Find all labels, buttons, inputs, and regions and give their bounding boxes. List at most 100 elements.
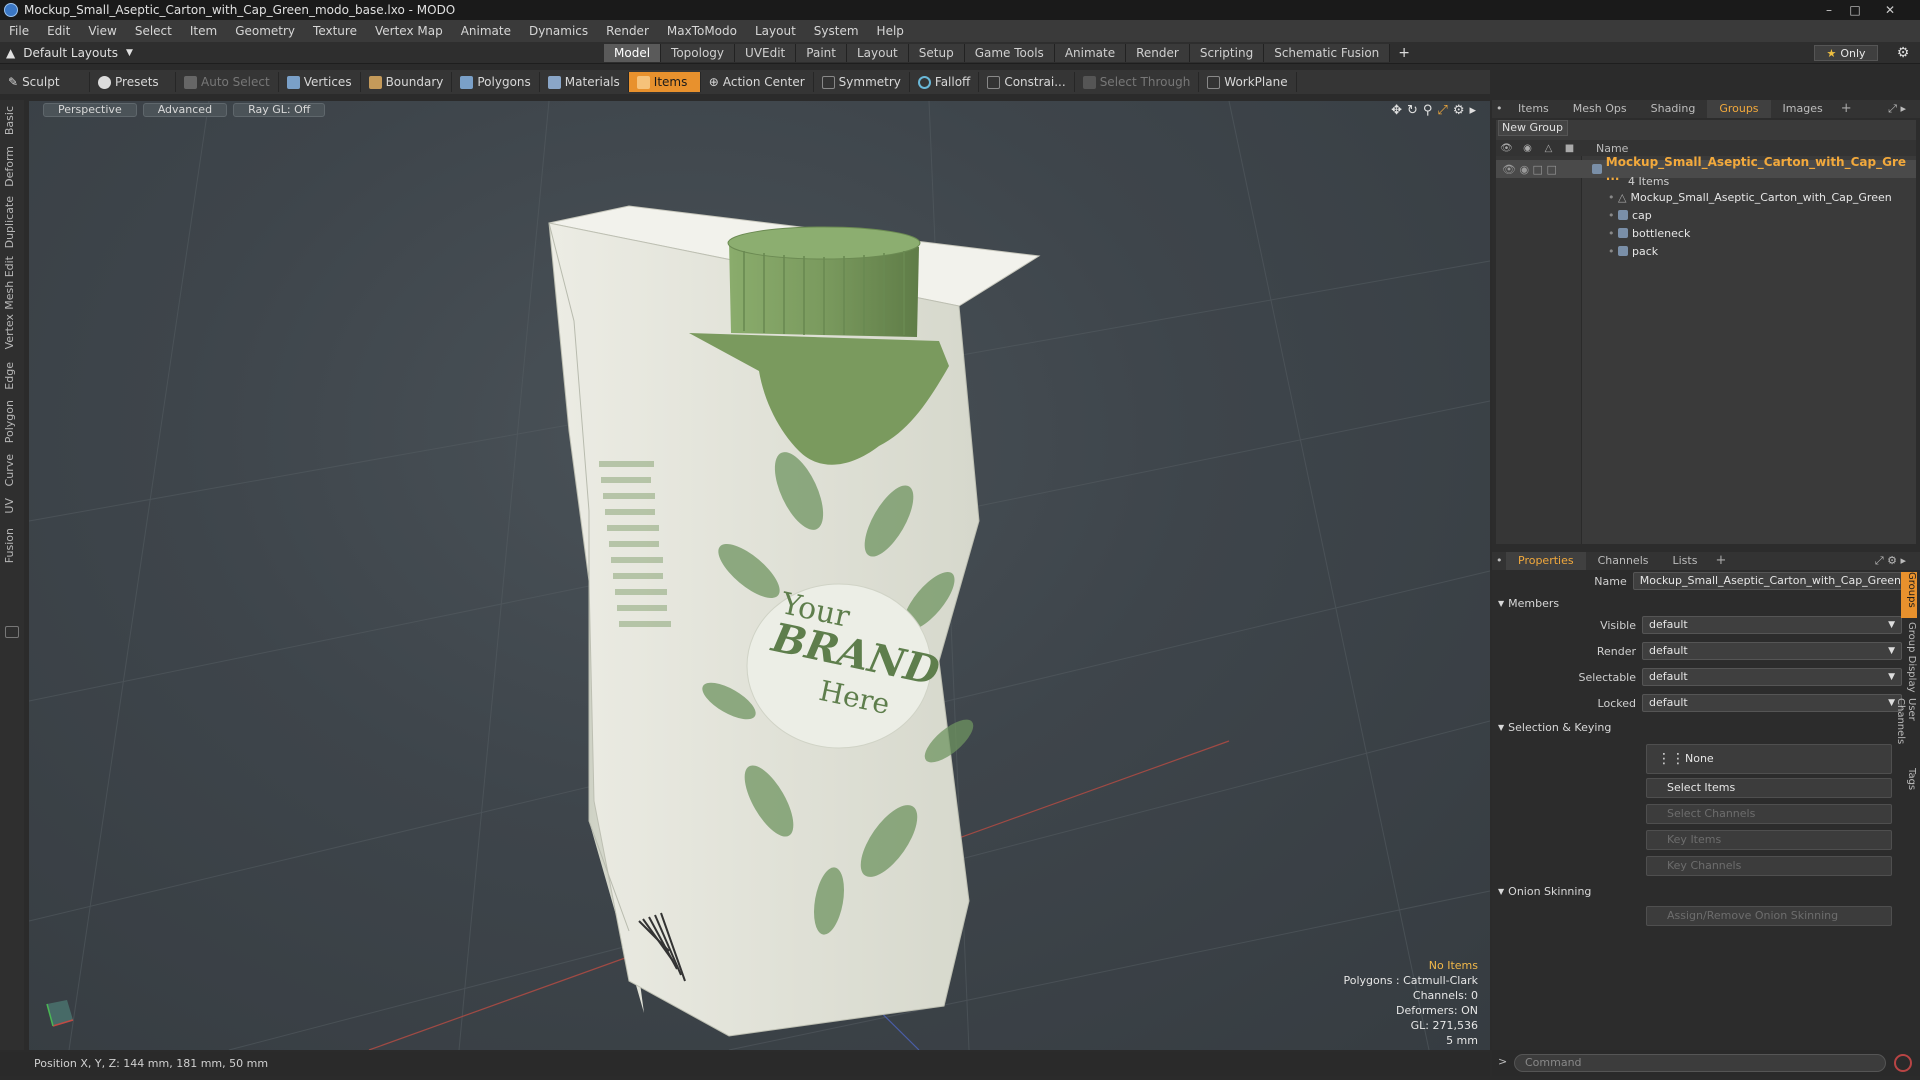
- 3d-viewport[interactable]: Your BRAND Here Perspective Advanced Ray…: [29, 101, 1490, 1050]
- menu-help[interactable]: Help: [868, 24, 913, 38]
- left-tab-deform[interactable]: Deform: [3, 146, 21, 187]
- left-tab-mesh-edit[interactable]: Mesh Edit: [3, 256, 21, 310]
- symmetry-button[interactable]: Symmetry: [814, 72, 910, 92]
- menu-select[interactable]: Select: [126, 24, 181, 38]
- members-section[interactable]: ▼ Members: [1498, 594, 1559, 612]
- onion-skinning-section[interactable]: ▼ Onion Skinning: [1498, 882, 1591, 900]
- tab-groups[interactable]: Groups: [1707, 100, 1771, 118]
- expand-panel-icon[interactable]: ⤢ ⚙ ▸: [1875, 554, 1906, 568]
- auto-select-button[interactable]: Auto Select: [176, 72, 279, 92]
- fit-icon[interactable]: ⤢: [1437, 103, 1447, 118]
- menu-texture[interactable]: Texture: [304, 24, 366, 38]
- new-group-button[interactable]: New Group: [1498, 120, 1568, 136]
- toggle-panel-icon[interactable]: [5, 626, 19, 638]
- add-tab-icon[interactable]: +: [1709, 552, 1732, 570]
- add-tab-icon[interactable]: +: [1835, 100, 1858, 118]
- selection-keying-section[interactable]: ▼ Selection & Keying: [1498, 718, 1611, 736]
- left-tab-edge[interactable]: Edge: [3, 362, 21, 390]
- tab-game-tools[interactable]: Game Tools: [964, 44, 1055, 62]
- group-member-row[interactable]: • bottleneck: [1496, 224, 1916, 242]
- menu-maxtomodo[interactable]: MaxToModo: [658, 24, 746, 38]
- render-icon[interactable]: ◉: [1517, 143, 1538, 154]
- none-button[interactable]: ⋮⋮ None: [1646, 744, 1892, 774]
- select-through-button[interactable]: Select Through: [1075, 72, 1200, 92]
- left-tab-fusion[interactable]: Fusion: [3, 528, 21, 563]
- menu-animate[interactable]: Animate: [452, 24, 520, 38]
- menu-edit[interactable]: Edit: [38, 24, 79, 38]
- materials-button[interactable]: Materials: [540, 72, 629, 92]
- advanced-button[interactable]: Advanced: [142, 103, 228, 117]
- tab-properties[interactable]: Properties: [1506, 552, 1586, 570]
- left-tab-basic[interactable]: Basic: [3, 106, 21, 135]
- tab-render[interactable]: Render: [1126, 44, 1190, 62]
- presets-button[interactable]: Presets: [90, 72, 176, 92]
- render-select[interactable]: default ▼: [1642, 642, 1902, 660]
- command-input[interactable]: Command: [1514, 1054, 1886, 1072]
- left-tab-curve[interactable]: Curve: [3, 454, 21, 486]
- tab-setup[interactable]: Setup: [908, 44, 965, 62]
- group-member-row[interactable]: • cap: [1496, 206, 1916, 224]
- menu-vertex-map[interactable]: Vertex Map: [366, 24, 452, 38]
- name-field[interactable]: Mockup_Small_Aseptic_Carton_with_Cap_Gre…: [1632, 572, 1902, 590]
- items-button[interactable]: Items: [628, 72, 701, 92]
- menu-view[interactable]: View: [79, 24, 125, 38]
- left-tab-uv[interactable]: UV: [3, 498, 21, 514]
- assign-onion-skinning-button[interactable]: Assign/Remove Onion Skinning: [1646, 906, 1892, 926]
- ray-gl-button[interactable]: Ray GL: Off: [233, 103, 326, 117]
- menu-item[interactable]: Item: [181, 24, 226, 38]
- perspective-button[interactable]: Perspective: [43, 103, 137, 117]
- tab-layout[interactable]: Layout: [846, 44, 909, 62]
- select-items-button[interactable]: Select Items: [1646, 778, 1892, 798]
- locked-select[interactable]: default ▼: [1642, 694, 1902, 712]
- selectable-select[interactable]: default ▼: [1642, 668, 1902, 686]
- menu-layout[interactable]: Layout: [746, 24, 805, 38]
- pan-icon[interactable]: ✥: [1391, 103, 1402, 118]
- gear-icon[interactable]: ⚙: [1894, 44, 1912, 62]
- polygons-button[interactable]: Polygons: [452, 72, 540, 92]
- sculpt-button[interactable]: ✎ Sculpt: [0, 72, 90, 92]
- menu-dynamics[interactable]: Dynamics: [520, 24, 597, 38]
- viewport-gear-icon[interactable]: ⚙: [1453, 103, 1465, 118]
- tab-topology[interactable]: Topology: [661, 44, 736, 62]
- tab-mesh-ops[interactable]: Mesh Ops: [1561, 100, 1639, 118]
- menu-render[interactable]: Render: [597, 24, 658, 38]
- zoom-icon[interactable]: ⚲: [1423, 103, 1433, 118]
- minimize-icon[interactable]: –: [1816, 0, 1842, 20]
- add-layout-tab-icon[interactable]: +: [1390, 44, 1418, 62]
- falloff-button[interactable]: Falloff: [910, 72, 980, 92]
- tab-lists[interactable]: Lists: [1661, 552, 1710, 570]
- boundary-button[interactable]: Boundary: [361, 72, 453, 92]
- select-channels-button[interactable]: Select Channels: [1646, 804, 1892, 824]
- tab-scripting[interactable]: Scripting: [1189, 44, 1265, 62]
- tab-channels[interactable]: Channels: [1586, 552, 1661, 570]
- vertices-button[interactable]: Vertices: [279, 72, 361, 92]
- constrain-button[interactable]: Constrai...: [979, 72, 1075, 92]
- action-center-button[interactable]: ⊕ Action Center: [701, 72, 814, 92]
- visibility-eye-icon[interactable]: 👁: [1496, 143, 1517, 154]
- menu-geometry[interactable]: Geometry: [226, 24, 304, 38]
- side-tab-group-display[interactable]: Group Display: [1901, 622, 1917, 694]
- tab-paint[interactable]: Paint: [796, 44, 847, 62]
- maximize-icon[interactable]: □: [1842, 0, 1868, 20]
- key-channels-button[interactable]: Key Channels: [1646, 856, 1892, 876]
- default-layouts-dropdown[interactable]: ▲ Default Layouts ▼: [6, 45, 133, 61]
- menu-system[interactable]: System: [805, 24, 868, 38]
- side-tab-user-channels[interactable]: User Channels: [1895, 698, 1917, 768]
- viewport-menu-arrow-icon[interactable]: ▸: [1469, 103, 1476, 118]
- side-tab-groups[interactable]: Groups: [1901, 572, 1917, 618]
- lock-icon[interactable]: △: [1538, 143, 1559, 154]
- tab-shading[interactable]: Shading: [1639, 100, 1708, 118]
- left-tab-vertex[interactable]: Vertex: [3, 314, 21, 349]
- select-icon[interactable]: ■: [1559, 143, 1580, 154]
- tab-model[interactable]: Model: [604, 44, 662, 62]
- rotate-icon[interactable]: ↻: [1407, 103, 1418, 118]
- tab-items[interactable]: Items: [1506, 100, 1561, 118]
- name-column-header[interactable]: Name: [1596, 142, 1628, 155]
- group-member-row[interactable]: • pack: [1496, 242, 1916, 260]
- close-icon[interactable]: ✕: [1868, 0, 1912, 20]
- expand-panel-icon[interactable]: ⤢ ▸: [1888, 102, 1906, 116]
- menu-file[interactable]: File: [0, 24, 38, 38]
- left-tab-polygon[interactable]: Polygon: [3, 400, 21, 443]
- workplane-button[interactable]: WorkPlane: [1199, 72, 1297, 92]
- left-tab-duplicate[interactable]: Duplicate: [3, 196, 21, 248]
